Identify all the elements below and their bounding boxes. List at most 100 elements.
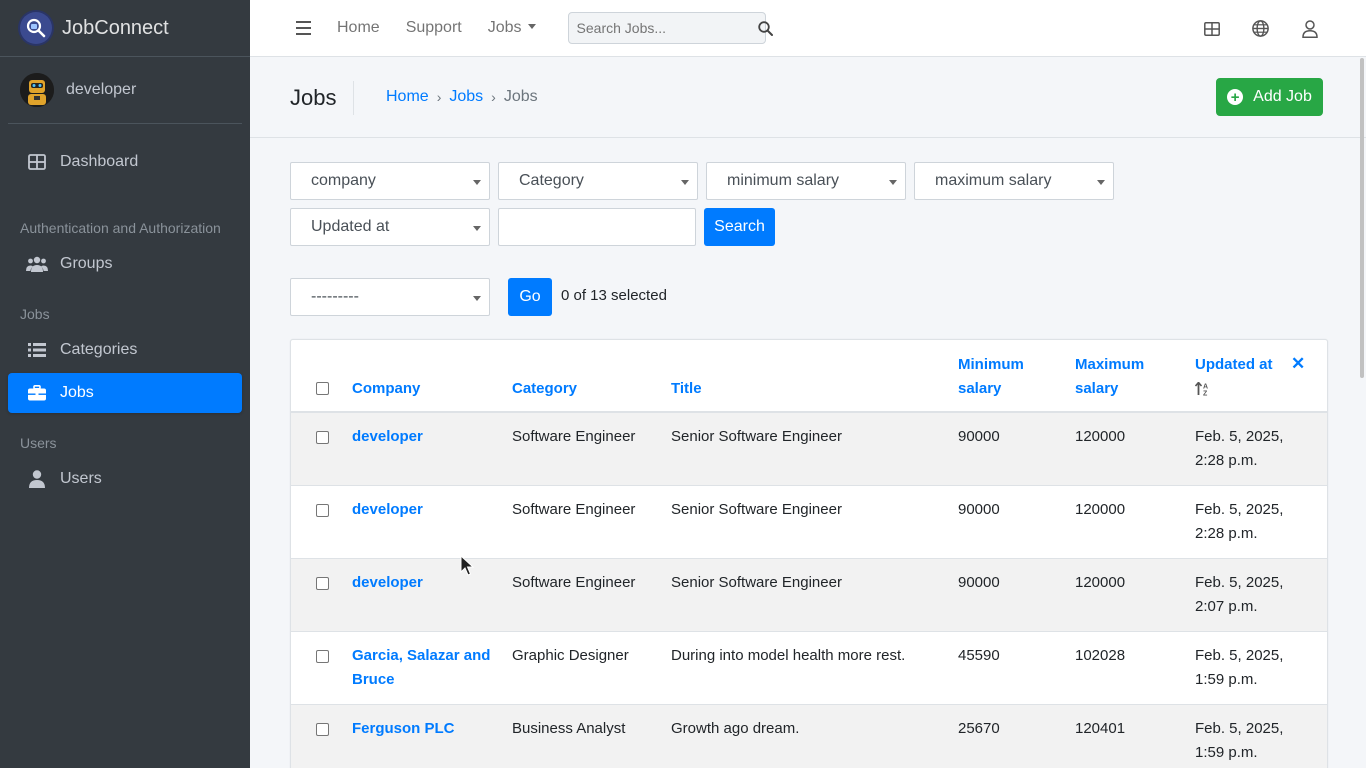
dashboard-icon [26, 154, 48, 170]
nav-header-users: Users [20, 435, 57, 451]
search-button[interactable]: Search [704, 208, 775, 246]
svg-text:A: A [1203, 384, 1208, 391]
company-link[interactable]: Ferguson PLC [352, 717, 455, 741]
company-name: developer [352, 428, 423, 445]
row-checkbox[interactable] [316, 650, 329, 663]
updated-time: 1:59 p.m. [1195, 744, 1258, 761]
sort-ascending-icon[interactable]: AZ [1195, 377, 1273, 401]
page-scrollbar[interactable] [1358, 0, 1366, 768]
jobs-table: Company Category Title Minimum salary Ma… [290, 339, 1328, 768]
min-salary-filter-select[interactable]: minimum salary [706, 162, 906, 200]
table-row[interactable]: developer Software Engineer Senior Softw… [291, 486, 1327, 559]
selection-counter: 0 of 13 selected [561, 287, 667, 304]
add-job-button[interactable]: + Add Job [1216, 78, 1323, 116]
updated-at-filter-select[interactable]: Updated at [290, 208, 490, 246]
table-header: Company Category Title Minimum salary Ma… [291, 340, 1327, 413]
add-job-label: Add Job [1253, 88, 1312, 105]
user-panel[interactable]: developer [8, 57, 242, 124]
nav-link-support[interactable]: Support [406, 19, 462, 37]
title-cell: Senior Software Engineer [671, 428, 842, 445]
nav-header-auth: Authentication and Authorization [20, 220, 221, 236]
company-name: Ferguson PLC [352, 720, 455, 737]
grid-icon[interactable] [1187, 0, 1236, 57]
table-row[interactable]: developer Software Engineer Senior Softw… [291, 413, 1327, 486]
column-company[interactable]: Company [352, 377, 420, 401]
sidebar: JobConnect developer Dashboard Authentic… [0, 0, 250, 768]
company-name-cont: Bruce [352, 671, 395, 688]
clear-sort-icon[interactable]: ✕ [1291, 352, 1305, 376]
column-maximum-salary-line2: salary [1075, 380, 1119, 397]
search-icon[interactable] [757, 13, 773, 43]
row-checkbox[interactable] [316, 723, 329, 736]
user-account-icon[interactable] [1285, 0, 1334, 57]
company-name: developer [352, 501, 423, 518]
search-input[interactable] [568, 20, 758, 36]
go-button[interactable]: Go [508, 278, 552, 316]
row-checkbox[interactable] [316, 504, 329, 517]
max-salary-cell: 120000 [1075, 428, 1126, 445]
updated-cell: Feb. 5, 2025, 2:28 p.m. [1195, 498, 1283, 546]
company-name: developer [352, 574, 423, 591]
company-link[interactable]: developer [352, 571, 423, 595]
max-salary-cell: 120000 [1075, 501, 1126, 518]
sidebar-item-dashboard[interactable]: Dashboard [8, 142, 242, 182]
brand-name: JobConnect [62, 16, 169, 39]
table-row[interactable]: developer Software Engineer Senior Softw… [291, 559, 1327, 632]
column-updated-at[interactable]: Updated at AZ [1195, 353, 1273, 401]
updated-date: Feb. 5, 2025, [1195, 428, 1284, 445]
sidebar-item-label: Groups [60, 255, 113, 272]
breadcrumb-home[interactable]: Home [386, 88, 429, 106]
table-row[interactable]: Ferguson PLC Business Analyst Growth ago… [291, 705, 1327, 768]
scrollbar-thumb[interactable] [1360, 58, 1364, 378]
title-cell: Senior Software Engineer [671, 501, 842, 518]
category-cell: Software Engineer [512, 574, 636, 591]
updated-time: 1:59 p.m. [1195, 671, 1258, 688]
min-salary-cell: 90000 [958, 428, 1000, 445]
min-salary-cell: 90000 [958, 574, 1000, 591]
nav-dropdown-jobs-label: Jobs [487, 19, 522, 36]
content-header: Jobs Home › Jobs › Jobs + Add Job [250, 57, 1366, 138]
breadcrumb-jobs[interactable]: Jobs [449, 88, 483, 106]
sidebar-item-label: Users [60, 470, 102, 487]
max-salary-filter-select[interactable]: maximum salary [914, 162, 1114, 200]
row-checkbox[interactable] [316, 577, 329, 590]
company-link[interactable]: developer [352, 425, 423, 449]
top-navbar: Home Support Jobs [250, 0, 1366, 57]
title-cell: Growth ago dream. [671, 720, 800, 737]
min-salary-cell: 90000 [958, 501, 1000, 518]
company-filter-select[interactable]: company [290, 162, 490, 200]
breadcrumb: Home › Jobs › Jobs [386, 88, 538, 106]
menu-toggle-icon[interactable] [296, 21, 311, 35]
table-row[interactable]: Garcia, Salazar and Bruce Graphic Designe… [291, 632, 1327, 705]
sidebar-nav: Dashboard Authentication and Authorizati… [0, 124, 250, 499]
title-cell: Senior Software Engineer [671, 574, 842, 591]
nav-dropdown-jobs[interactable]: Jobs [488, 19, 536, 37]
search-text-input[interactable] [498, 208, 696, 246]
updated-cell: Feb. 5, 2025, 2:28 p.m. [1195, 425, 1283, 473]
sidebar-item-users[interactable]: Users [8, 459, 242, 499]
category-cell: Software Engineer [512, 501, 636, 518]
column-minimum-salary-line2: salary [958, 380, 1002, 397]
column-maximum-salary[interactable]: Maximum salary [1075, 353, 1144, 401]
globe-icon[interactable] [1236, 0, 1285, 57]
sidebar-item-groups[interactable]: Groups [8, 244, 242, 284]
category-filter-select[interactable]: Category [498, 162, 698, 200]
column-category[interactable]: Category [512, 377, 577, 401]
updated-cell: Feb. 5, 2025, 1:59 p.m. [1195, 644, 1283, 692]
sidebar-item-label: Dashboard [60, 153, 139, 170]
sidebar-item-jobs[interactable]: Jobs [8, 373, 242, 413]
brand-link[interactable]: JobConnect [0, 0, 250, 57]
company-link[interactable]: developer [352, 498, 423, 522]
column-minimum-salary[interactable]: Minimum salary [958, 353, 1024, 401]
row-checkbox[interactable] [316, 431, 329, 444]
action-select[interactable]: --------- [290, 278, 490, 316]
column-title[interactable]: Title [671, 377, 702, 401]
category-cell: Software Engineer [512, 428, 636, 445]
nav-link-home[interactable]: Home [337, 19, 380, 37]
sidebar-item-categories[interactable]: Categories [8, 330, 242, 370]
company-link[interactable]: Garcia, Salazar and Bruce [352, 644, 490, 692]
breadcrumb-current: Jobs [503, 88, 538, 105]
select-all-checkbox[interactable] [316, 382, 329, 395]
max-salary-cell: 120401 [1075, 720, 1126, 737]
updated-date: Feb. 5, 2025, [1195, 574, 1284, 591]
